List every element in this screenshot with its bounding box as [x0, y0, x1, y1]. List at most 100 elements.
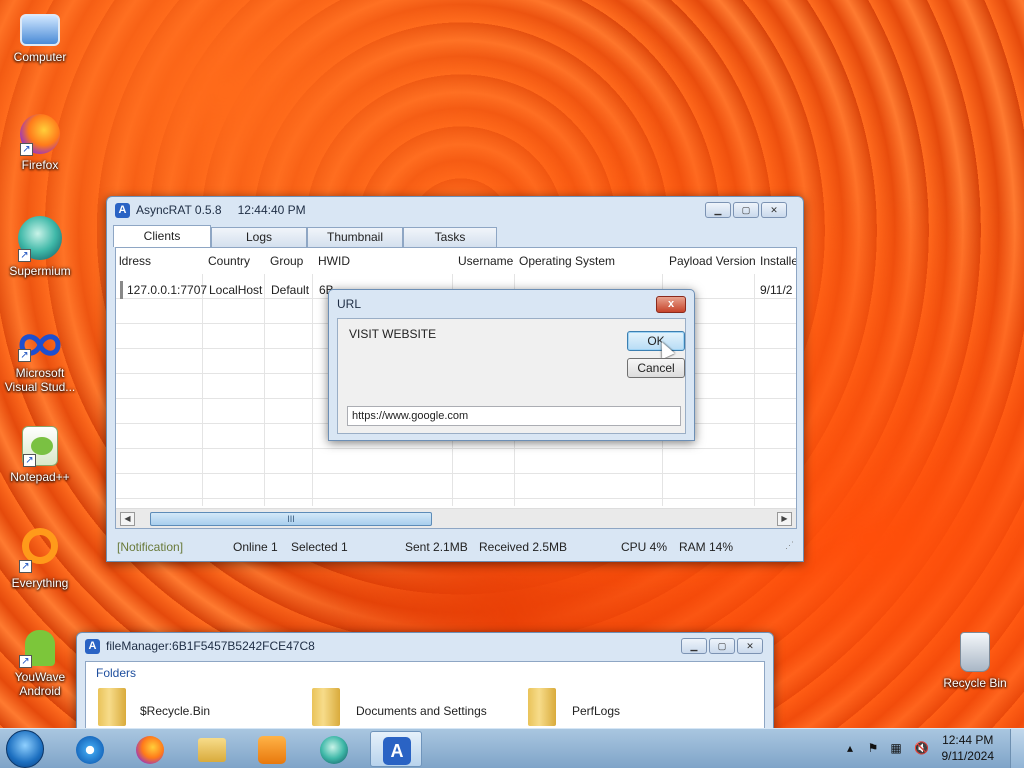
desktop-icon-label: Everything [11, 576, 69, 590]
file-manager-window: A fileManager:6B1F5457B5242FCE47C8 ▁ ▢ ✕… [76, 632, 774, 732]
network-icon[interactable]: ▦ [889, 741, 903, 755]
dialog-titlebar[interactable]: URL x [329, 290, 694, 318]
column-header-username[interactable]: Username [455, 248, 513, 274]
minimize-button[interactable]: ▁ [705, 202, 731, 218]
column-header-payload-version[interactable]: Payload Version [666, 248, 756, 274]
tab-clients[interactable]: Clients [113, 225, 211, 247]
status-selected: Selected 1 [291, 540, 348, 554]
desktop-icon-label: Microsoft Visual Stud... [4, 366, 76, 394]
cell-group: Default [271, 283, 310, 297]
cell-address: 127.0.0.1:7707 [127, 283, 208, 297]
cancel-button[interactable]: Cancel [627, 358, 685, 378]
recycle-bin-icon [960, 632, 990, 672]
shortcut-arrow-icon: ↗ [19, 560, 32, 573]
tab-logs[interactable]: Logs [211, 227, 307, 247]
window-titlebar[interactable]: A AsyncRAT 0.5.8 12:44:40 PM ▁ ▢ ✕ [107, 197, 803, 223]
folders-heading: Folders [96, 666, 137, 680]
tray-expand-icon[interactable]: ▴ [843, 741, 857, 755]
close-button[interactable]: ✕ [761, 202, 787, 218]
column-header-installed[interactable]: Installe [757, 248, 796, 274]
shortcut-arrow-icon: ↗ [19, 655, 32, 668]
resize-grip-icon[interactable]: ⋰ [785, 540, 794, 551]
folder-icon [312, 688, 340, 726]
status-online: Online 1 [233, 540, 278, 554]
status-cpu: CPU 4% [621, 540, 668, 554]
shortcut-arrow-icon: ↗ [18, 349, 31, 362]
status-received: Received 2.5MB [479, 540, 568, 554]
folder-name: PerfLogs [572, 704, 621, 718]
tab-thumbnail[interactable]: Thumbnail [307, 227, 403, 247]
url-input[interactable]: https://www.google.com [347, 406, 681, 426]
clock[interactable]: 12:44 PM 9/11/2024 [942, 732, 995, 764]
android-icon: ↗ [19, 630, 55, 668]
column-header-country[interactable]: Country [205, 248, 250, 274]
desktop-icon-everything[interactable]: ↗ Everything [0, 528, 80, 590]
desktop-icon-computer[interactable]: Computer [0, 10, 80, 64]
taskbar-app-ie[interactable] [64, 731, 116, 767]
status-notification[interactable]: [Notification] [117, 540, 183, 554]
scroll-left-arrow-icon[interactable]: ◀ [120, 512, 135, 526]
taskbar-app-explorer[interactable] [186, 731, 238, 767]
scroll-thumb[interactable]: III [150, 512, 432, 526]
desktop-icon-youwave[interactable]: ↗ YouWave Android [0, 630, 80, 698]
column-header-os[interactable]: Operating System [516, 248, 615, 274]
taskbar-app-media-player[interactable] [246, 731, 298, 767]
clock-date: 9/11/2024 [941, 749, 995, 763]
taskbar-app-asyncrat[interactable]: A [370, 731, 422, 767]
window-title: AsyncRAT 0.5.8 [136, 203, 222, 217]
volume-muted-icon[interactable]: 🔇 [914, 741, 929, 755]
column-divider [312, 274, 313, 506]
window-titlebar[interactable]: A fileManager:6B1F5457B5242FCE47C8 ▁ ▢ ✕ [77, 633, 773, 659]
folder-icon [98, 688, 126, 726]
folder-list[interactable]: Folders $Recycle.Bin Documents and Setti… [85, 661, 765, 731]
show-desktop-button[interactable] [1010, 729, 1024, 768]
maximize-button[interactable]: ▢ [733, 202, 759, 218]
minimize-button[interactable]: ▁ [681, 638, 707, 654]
supermium-icon [320, 736, 348, 764]
horizontal-scrollbar[interactable]: ◀ III ▶ [116, 508, 796, 528]
firefox-icon [136, 736, 164, 764]
tab-tasks[interactable]: Tasks [403, 227, 497, 247]
row-marker [120, 281, 123, 299]
column-header-group[interactable]: Group [267, 248, 303, 274]
column-header-hwid[interactable]: HWID [315, 248, 350, 274]
window-title: fileManager:6B1F5457B5242FCE47C8 [106, 639, 315, 653]
desktop-icon-supermium[interactable]: ↗ Supermium [0, 216, 80, 278]
start-button[interactable] [6, 730, 44, 768]
action-center-flag-icon[interactable]: ⚑ [866, 741, 880, 755]
window-time: 12:44:40 PM [237, 203, 306, 217]
cell-installed: 9/11/2 [760, 283, 793, 297]
taskbar-app-supermium[interactable] [308, 731, 360, 767]
visual-studio-icon: ↗ [18, 330, 62, 362]
close-button[interactable]: ✕ [737, 638, 763, 654]
shortcut-arrow-icon: ↗ [20, 143, 33, 156]
desktop-icon-label: Recycle Bin [943, 676, 1007, 690]
desktop-icon-firefox[interactable]: ↗ Firefox [0, 114, 80, 172]
scroll-right-arrow-icon[interactable]: ▶ [777, 512, 792, 526]
maximize-button[interactable]: ▢ [709, 638, 735, 654]
status-bar: [Notification] Online 1 Selected 1 Sent … [115, 537, 797, 557]
tab-bar: Clients Logs Thumbnail Tasks [113, 225, 795, 247]
ie-icon [76, 736, 104, 764]
shortcut-arrow-icon: ↗ [18, 249, 31, 262]
desktop-icon-label: Notepad++ [10, 470, 70, 484]
status-sent: Sent 2.1MB [405, 540, 468, 554]
column-divider [754, 274, 755, 506]
everything-icon: ↗ [19, 528, 58, 573]
desktop-icon-label: YouWave Android [14, 670, 66, 698]
firefox-icon: ↗ [20, 114, 60, 156]
desktop-icon-notepadpp[interactable]: ↗ Notepad++ [0, 426, 80, 484]
explorer-icon [198, 738, 226, 762]
asyncrat-logo-icon: A [85, 638, 100, 654]
desktop-icon-visual-studio[interactable]: ↗ Microsoft Visual Stud... [0, 330, 80, 394]
supermium-icon: ↗ [18, 216, 62, 262]
dialog-close-button[interactable]: x [656, 295, 686, 313]
dialog-prompt: VISIT WEBSITE [349, 327, 437, 341]
desktop-icon-label: Computer [13, 50, 67, 64]
desktop-icon-recycle-bin[interactable]: Recycle Bin [935, 632, 1015, 690]
asyncrat-icon: A [383, 737, 411, 765]
taskbar-app-firefox[interactable] [124, 731, 176, 767]
column-divider [202, 274, 203, 506]
column-header-address[interactable]: ldress [116, 248, 151, 274]
folder-name: Documents and Settings [356, 704, 487, 718]
